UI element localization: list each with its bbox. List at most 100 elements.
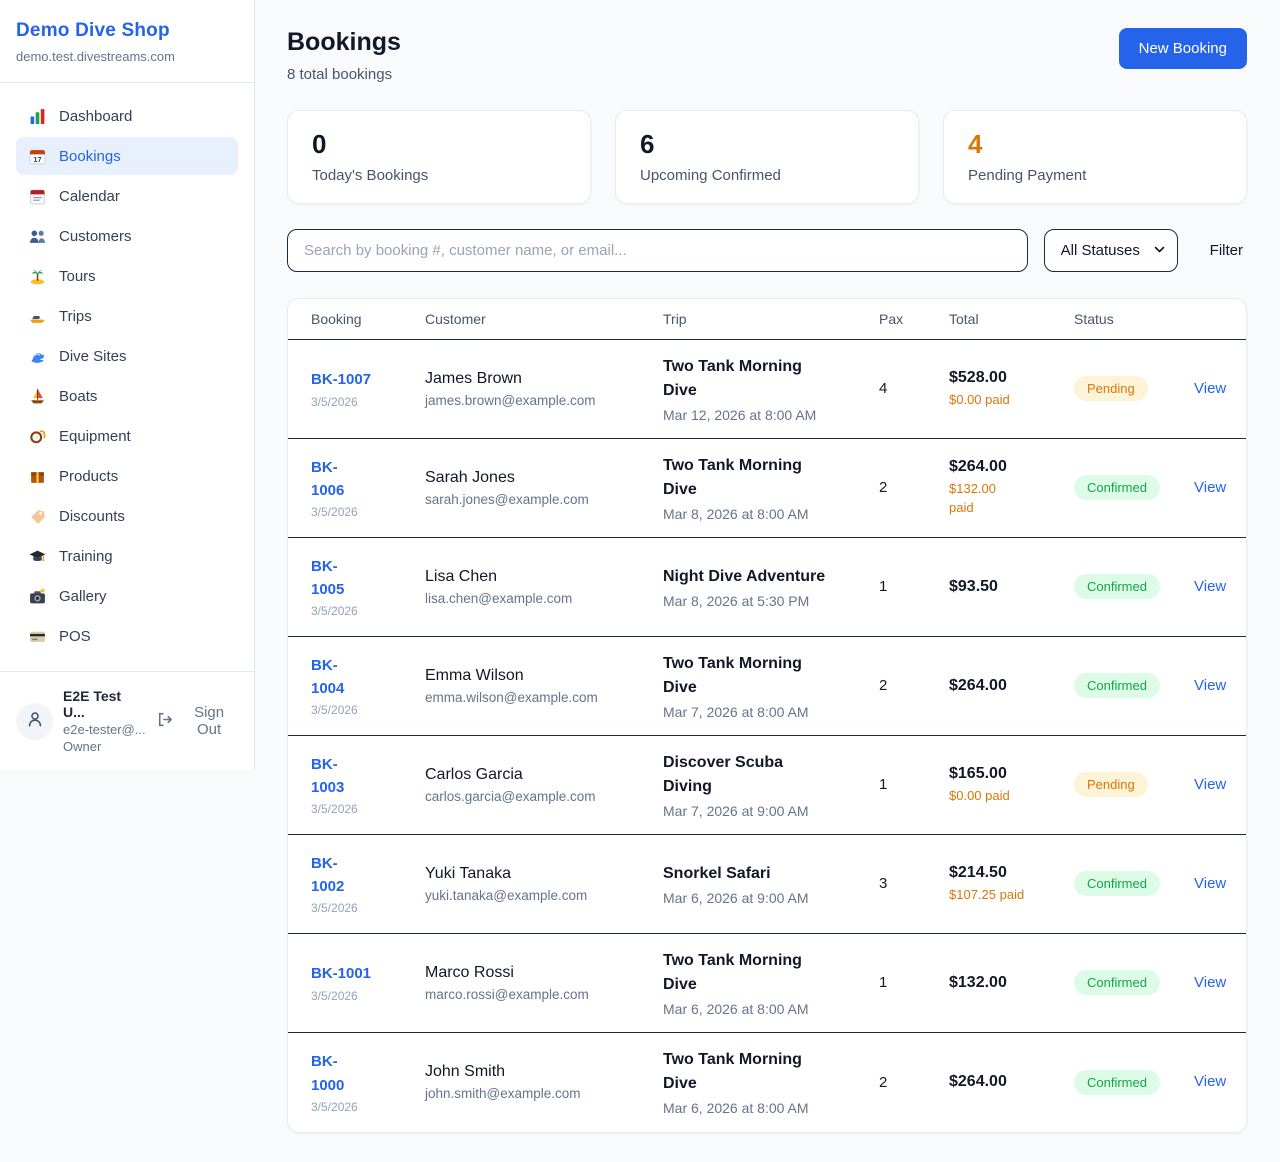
sign-out-button[interactable]: Sign Out — [156, 704, 238, 738]
sidebar-item-discounts[interactable]: Discounts — [16, 497, 238, 535]
people-icon — [28, 227, 46, 245]
booking-id-link[interactable]: BK- 1005 — [311, 555, 344, 602]
sidebar-item-gallery[interactable]: Gallery — [16, 577, 238, 615]
booking-id-link[interactable]: BK-1007 — [311, 368, 371, 391]
total-amount: $264.00 — [949, 677, 1074, 695]
status-badge: Confirmed — [1074, 475, 1160, 500]
sidebar-item-customers[interactable]: Customers — [16, 217, 238, 255]
person-icon — [26, 710, 44, 733]
trip-name: Two Tank Morning Dive — [663, 355, 879, 403]
view-link[interactable]: View — [1194, 578, 1226, 595]
sidebar-item-pos[interactable]: POS — [16, 617, 238, 655]
sidebar-item-bookings[interactable]: 17 Bookings — [16, 137, 238, 175]
sidebar-item-trips[interactable]: Trips — [16, 297, 238, 335]
sidebar-item-label: Products — [59, 468, 118, 485]
booking-cell: BK-1007 3/5/2026 — [311, 368, 425, 408]
column-header-booking: Booking — [311, 311, 425, 327]
status-filter-select[interactable]: All Statuses — [1044, 229, 1178, 272]
customer-email: yuki.tanaka@example.com — [425, 888, 663, 903]
booking-cell: BK-1001 3/5/2026 — [311, 962, 425, 1002]
status-badge: Pending — [1074, 772, 1148, 797]
booking-id-link[interactable]: BK- 1002 — [311, 852, 344, 899]
paid-amount: $132.00 paid — [949, 480, 1074, 516]
view-link[interactable]: View — [1194, 380, 1226, 397]
sidebar-item-label: Boats — [59, 388, 97, 405]
booking-cell: BK- 1004 3/5/2026 — [311, 654, 425, 718]
booking-id-link[interactable]: BK- 1003 — [311, 753, 344, 800]
sidebar-item-tours[interactable]: Tours — [16, 257, 238, 295]
booking-id-link[interactable]: BK-1001 — [311, 962, 371, 985]
sidebar-item-equipment[interactable]: Equipment — [16, 417, 238, 455]
pax-cell: 2 — [879, 479, 949, 496]
sidebar-item-products[interactable]: Products — [16, 457, 238, 495]
sidebar-item-label: Calendar — [59, 188, 120, 205]
customer-cell: James Brown james.brown@example.com — [425, 370, 663, 408]
sidebar-item-label: Discounts — [59, 508, 125, 525]
controls-row: All Statuses Filter — [287, 229, 1247, 272]
sidebar-item-label: Dive Sites — [59, 348, 127, 365]
total-cell: $214.50 $107.25 paid — [949, 864, 1074, 904]
booking-id-link[interactable]: BK- 1000 — [311, 1050, 344, 1097]
status-select-wrap: All Statuses — [1044, 229, 1178, 272]
booking-id-link[interactable]: BK- 1004 — [311, 654, 344, 701]
sidebar-item-label: Customers — [59, 228, 132, 245]
user-role: Owner — [63, 739, 146, 754]
table-row: BK- 1005 3/5/2026 Lisa Chen lisa.chen@ex… — [288, 538, 1246, 637]
booking-id-link[interactable]: BK- 1006 — [311, 456, 344, 503]
booking-date: 3/5/2026 — [311, 604, 425, 618]
new-booking-button[interactable]: New Booking — [1119, 28, 1247, 69]
table-row: BK- 1006 3/5/2026 Sarah Jones sarah.jone… — [288, 439, 1246, 538]
trip-name: Two Tank Morning Dive — [663, 949, 879, 997]
stat-card-upcoming-confirmed: 6 Upcoming Confirmed — [615, 110, 919, 204]
bar-chart-icon — [28, 107, 46, 125]
sidebar-item-label: Gallery — [59, 588, 107, 605]
pax-cell: 1 — [879, 578, 949, 595]
trip-cell: Two Tank Morning Dive Mar 6, 2026 at 8:0… — [663, 949, 879, 1017]
customer-cell: Marco Rossi marco.rossi@example.com — [425, 964, 663, 1002]
sidebar-item-label: Bookings — [59, 148, 121, 165]
view-link[interactable]: View — [1194, 1073, 1226, 1090]
page-header-text: Bookings 8 total bookings — [287, 28, 401, 83]
sidebar-item-training[interactable]: Training — [16, 537, 238, 575]
sidebar-item-calendar[interactable]: Calendar — [16, 177, 238, 215]
trip-name: Discover Scuba Diving — [663, 751, 879, 799]
status-badge: Confirmed — [1074, 1070, 1160, 1095]
trip-cell: Snorkel Safari Mar 6, 2026 at 9:00 AM — [663, 862, 879, 906]
customer-email: sarah.jones@example.com — [425, 492, 663, 507]
page-title: Bookings — [287, 28, 401, 57]
sidebar-item-label: POS — [59, 628, 91, 645]
total-amount: $93.50 — [949, 578, 1074, 596]
user-block: E2E Test U... e2e-tester@... Owner Sign … — [0, 671, 254, 770]
column-header-trip: Trip — [663, 311, 879, 327]
sidebar-item-boats[interactable]: Boats — [16, 377, 238, 415]
action-cell: View — [1194, 677, 1246, 695]
booking-date: 3/5/2026 — [311, 395, 425, 409]
customer-email: emma.wilson@example.com — [425, 690, 663, 705]
svg-text:17: 17 — [33, 154, 41, 163]
booking-date: 3/5/2026 — [311, 989, 425, 1003]
pax-cell: 4 — [879, 380, 949, 397]
sidebar-item-label: Dashboard — [59, 108, 132, 125]
calendar-icon — [28, 187, 46, 205]
filter-button[interactable]: Filter — [1206, 236, 1247, 265]
action-cell: View — [1194, 479, 1246, 497]
status-badge: Confirmed — [1074, 970, 1160, 995]
paid-amount: $0.00 paid — [949, 391, 1074, 409]
trip-name: Two Tank Morning Dive — [663, 454, 879, 502]
search-input[interactable] — [287, 229, 1028, 272]
view-link[interactable]: View — [1194, 479, 1226, 496]
view-link[interactable]: View — [1194, 677, 1226, 694]
view-link[interactable]: View — [1194, 776, 1226, 793]
status-badge: Confirmed — [1074, 871, 1160, 896]
view-link[interactable]: View — [1194, 974, 1226, 991]
total-cell: $93.50 — [949, 578, 1074, 596]
trip-name: Snorkel Safari — [663, 862, 879, 886]
sidebar-item-dashboard[interactable]: Dashboard — [16, 97, 238, 135]
trip-datetime: Mar 8, 2026 at 8:00 AM — [663, 506, 879, 522]
booking-date: 3/5/2026 — [311, 1100, 425, 1114]
view-link[interactable]: View — [1194, 875, 1226, 892]
sidebar-item-dive-sites[interactable]: Dive Sites — [16, 337, 238, 375]
action-cell: View — [1194, 1073, 1246, 1091]
customer-name: James Brown — [425, 370, 663, 388]
speedboat-icon — [28, 307, 46, 325]
